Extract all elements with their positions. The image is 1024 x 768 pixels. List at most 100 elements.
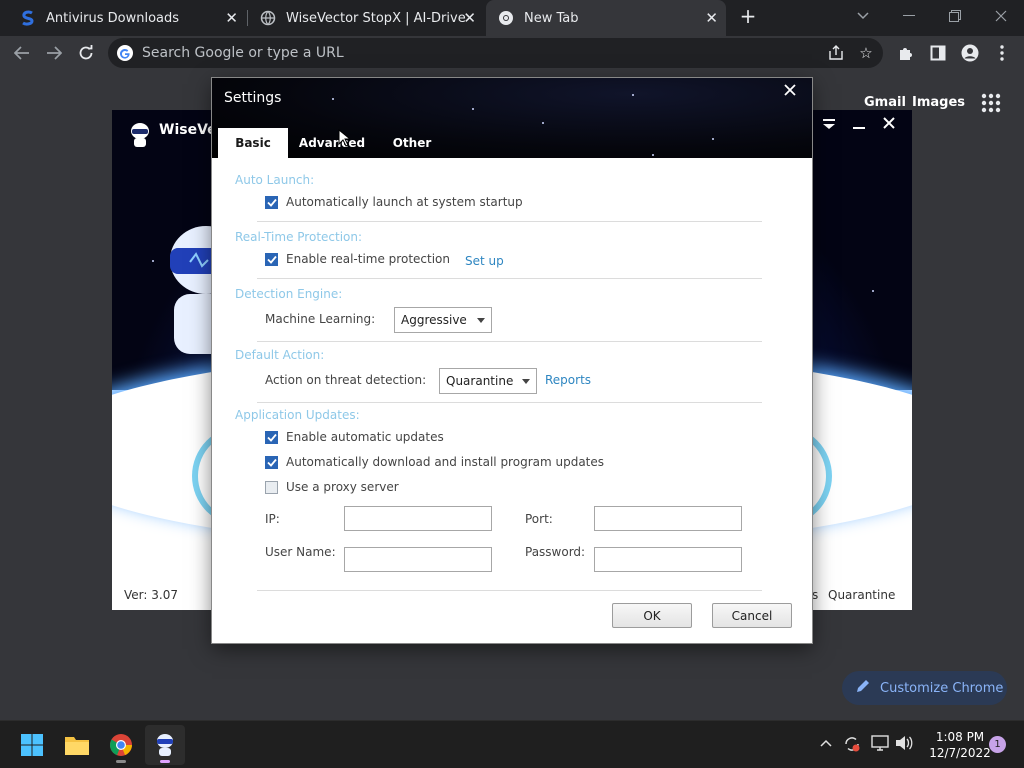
chrome-icon	[498, 10, 514, 26]
running-indicator	[160, 760, 170, 763]
dropdown-arrow-icon	[477, 318, 485, 323]
close-tab-icon[interactable]: ✕	[225, 10, 238, 26]
divider	[257, 402, 762, 403]
close-icon[interactable]	[780, 81, 800, 100]
tab-title: Antivirus Downloads	[46, 10, 180, 26]
divider	[257, 341, 762, 342]
running-indicator	[116, 760, 126, 763]
tab-antivirus-downloads[interactable]: Antivirus Downloads ✕	[8, 0, 246, 36]
threat-action-value: Quarantine	[446, 374, 514, 388]
close-window-icon[interactable]	[978, 0, 1024, 32]
realtime-label: Enable real-time protection	[286, 252, 450, 266]
share-icon[interactable]	[825, 42, 847, 64]
omnibox[interactable]: ☆	[108, 38, 883, 68]
volume-speaker-icon[interactable]	[895, 735, 913, 755]
chrome-taskbar-icon[interactable]	[101, 725, 141, 765]
new-tab-plus-icon[interactable]: +	[732, 0, 764, 32]
auto-updates-checkbox-row[interactable]: Enable automatic updates	[265, 430, 444, 444]
auto-install-label: Automatically download and install progr…	[286, 455, 605, 469]
divider	[257, 590, 762, 591]
realtime-checkbox[interactable]	[265, 252, 278, 266]
proxy-checkbox[interactable]	[265, 480, 278, 494]
tab-other[interactable]: Other	[378, 128, 446, 158]
section-default-action: Default Action:	[235, 348, 325, 362]
auto-launch-label: Automatically launch at system startup	[286, 195, 523, 209]
section-realtime-protection: Real-Time Protection:	[235, 230, 363, 244]
setup-link[interactable]: Set up	[465, 254, 504, 268]
restore-icon[interactable]	[932, 0, 978, 32]
quarantine-link[interactable]: Quarantine	[828, 588, 895, 602]
google-apps-grid-icon[interactable]	[981, 93, 1001, 113]
settings-title: Settings	[224, 90, 282, 106]
wisevector-minimize-icon[interactable]	[848, 114, 870, 133]
dropdown-arrow-icon	[522, 379, 530, 384]
username-field[interactable]	[344, 547, 492, 572]
windows-start-icon[interactable]	[12, 725, 52, 765]
tab-title: New Tab	[524, 10, 579, 26]
notification-badge[interactable]: 1	[989, 736, 1006, 753]
auto-updates-label: Enable automatic updates	[286, 430, 444, 444]
tab-new-tab[interactable]: New Tab ✕	[486, 0, 726, 36]
google-g-icon	[116, 44, 134, 62]
gmail-link[interactable]: Gmail	[864, 95, 906, 110]
wisevector-taskbar-icon[interactable]	[145, 725, 185, 765]
auto-install-checkbox-row[interactable]: Automatically download and install progr…	[265, 455, 604, 469]
close-tab-icon[interactable]: ✕	[463, 10, 476, 26]
machine-learning-label: Machine Learning:	[265, 312, 376, 326]
threat-action-label: Action on threat detection:	[265, 373, 427, 387]
address-input[interactable]	[142, 43, 782, 63]
auto-install-checkbox[interactable]	[265, 455, 278, 469]
threat-action-select[interactable]: Quarantine	[439, 368, 537, 394]
reports-link[interactable]: Reports	[545, 373, 591, 387]
customize-chrome-label: Customize Chrome	[880, 680, 1004, 696]
clock-date: 12/7/2022	[929, 746, 991, 760]
profile-avatar-icon[interactable]	[957, 40, 983, 66]
system-clock[interactable]: 1:08 PM 12/7/2022	[922, 729, 998, 761]
ip-field[interactable]	[344, 506, 492, 531]
auto-updates-checkbox[interactable]	[265, 430, 278, 444]
customize-chrome-button[interactable]: Customize Chrome	[842, 671, 1007, 705]
forward-arrow-icon[interactable]	[41, 40, 67, 66]
settings-dialog: Settings Basic Advanced Other Auto Launc…	[212, 78, 812, 643]
port-label: Port:	[525, 512, 553, 526]
realtime-checkbox-row[interactable]: Enable real-time protection	[265, 252, 450, 266]
tab-basic[interactable]: Basic	[218, 128, 288, 158]
bookmark-star-icon[interactable]: ☆	[855, 42, 877, 64]
close-tab-icon[interactable]: ✕	[705, 10, 718, 26]
network-monitor-icon[interactable]	[871, 735, 889, 755]
side-panel-icon[interactable]	[925, 40, 951, 66]
divider	[257, 278, 762, 279]
wisevector-menu-icon[interactable]	[818, 114, 840, 133]
reload-icon[interactable]	[73, 40, 99, 66]
username-label: User Name:	[265, 545, 336, 559]
tab-title: WiseVector StopX | AI-Driven Ma	[286, 10, 466, 26]
menu-kebab-icon[interactable]	[989, 40, 1015, 66]
tab-strip: Antivirus Downloads ✕ WiseVector StopX |…	[0, 0, 1024, 36]
wisevector-status-fragment: s	[812, 588, 819, 602]
images-link[interactable]: Images	[912, 95, 965, 110]
tab-search-chevron-icon[interactable]	[840, 0, 886, 32]
port-field[interactable]	[594, 506, 742, 531]
auto-launch-checkbox[interactable]	[265, 195, 278, 209]
ok-button[interactable]: OK	[612, 603, 692, 628]
mouse-cursor-icon	[338, 128, 352, 147]
machine-learning-select[interactable]: Aggressive	[394, 307, 492, 333]
divider	[257, 221, 762, 222]
browser-toolbar: ☆	[0, 36, 1024, 70]
wisevector-close-icon[interactable]	[878, 114, 900, 133]
extensions-puzzle-icon[interactable]	[893, 40, 919, 66]
cancel-button[interactable]: Cancel	[712, 603, 792, 628]
clock-time: 1:08 PM	[935, 730, 985, 744]
back-arrow-icon[interactable]	[9, 40, 35, 66]
sync-alert-icon[interactable]	[843, 735, 861, 757]
tray-overflow-chevron-icon[interactable]	[820, 735, 832, 751]
password-field[interactable]	[594, 547, 742, 572]
file-explorer-icon[interactable]	[57, 725, 97, 765]
minimize-icon[interactable]	[886, 0, 932, 32]
ip-label: IP:	[265, 512, 280, 526]
tab-advanced[interactable]: Advanced	[296, 128, 368, 158]
tab-wisevector[interactable]: WiseVector StopX | AI-Driven Ma ✕	[248, 0, 484, 36]
proxy-checkbox-row[interactable]: Use a proxy server	[265, 480, 399, 494]
password-label: Password:	[525, 545, 586, 559]
auto-launch-checkbox-row[interactable]: Automatically launch at system startup	[265, 195, 523, 209]
